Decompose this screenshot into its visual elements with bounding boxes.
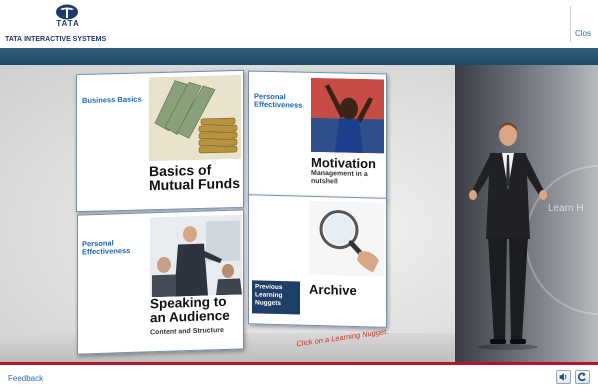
company-name-rest: INTERACTIVE SYSTEMS — [24, 36, 107, 43]
company-name-bold: TATA — [5, 36, 23, 43]
tata-emblem-icon — [56, 4, 78, 20]
feedback-link[interactable]: Feedback — [8, 374, 43, 383]
close-link[interactable]: Clos — [575, 29, 591, 38]
nugget-speaking-audience[interactable]: Personal Effectiveness Speaking to an Au… — [77, 209, 244, 355]
header: TATA TATA INTERACTIVE SYSTEMS Clos — [0, 0, 598, 48]
presenter-image — [469, 122, 547, 350]
audio-button[interactable] — [556, 370, 571, 384]
header-band — [0, 48, 598, 65]
tile-category: Personal Effectiveness — [82, 238, 131, 257]
magnifier-photo — [309, 200, 384, 277]
tile-category: Business Basics — [82, 94, 142, 106]
tile-subtitle: Management in a nutshell — [311, 169, 368, 186]
tile-category: Personal Effectiveness — [254, 91, 303, 110]
tile-subtitle: Content and Structure — [150, 327, 224, 337]
footer: Feedback — [0, 365, 598, 388]
tata-logo: TATA TATA INTERACTIVE SYSTEMS — [0, 2, 120, 46]
replay-icon — [577, 372, 586, 382]
previous-nuggets-box: Previous Learning Nuggets — [252, 280, 300, 315]
page: TATA TATA INTERACTIVE SYSTEMS Clos Learn… — [0, 0, 598, 388]
tile-title: Motivation — [311, 154, 376, 172]
nugget-motivation[interactable]: Personal Effectiveness Motivation Manage… — [248, 70, 387, 200]
stage: Learn H Business Basics Basics of Mutual… — [0, 65, 598, 362]
company-name: TATA INTERACTIVE SYSTEMS — [5, 36, 106, 43]
replay-button[interactable] — [575, 370, 590, 384]
money-photo — [149, 74, 241, 162]
speaker-icon — [559, 373, 567, 381]
athlete-photo — [311, 77, 384, 154]
meeting-photo — [150, 214, 242, 298]
tile-title: Speaking to an Audience — [150, 293, 230, 325]
header-divider — [570, 6, 571, 42]
nugget-mutual-funds[interactable]: Business Basics Basics of Mutual Funds — [76, 69, 244, 213]
nugget-archive[interactable]: Previous Learning Nuggets Archive — [248, 194, 387, 328]
tile-title: Basics of Mutual Funds — [149, 161, 240, 194]
backdrop-text: Learn H — [548, 203, 584, 214]
tile-title: Archive — [309, 281, 357, 299]
logo-wordmark: TATA — [56, 19, 80, 28]
